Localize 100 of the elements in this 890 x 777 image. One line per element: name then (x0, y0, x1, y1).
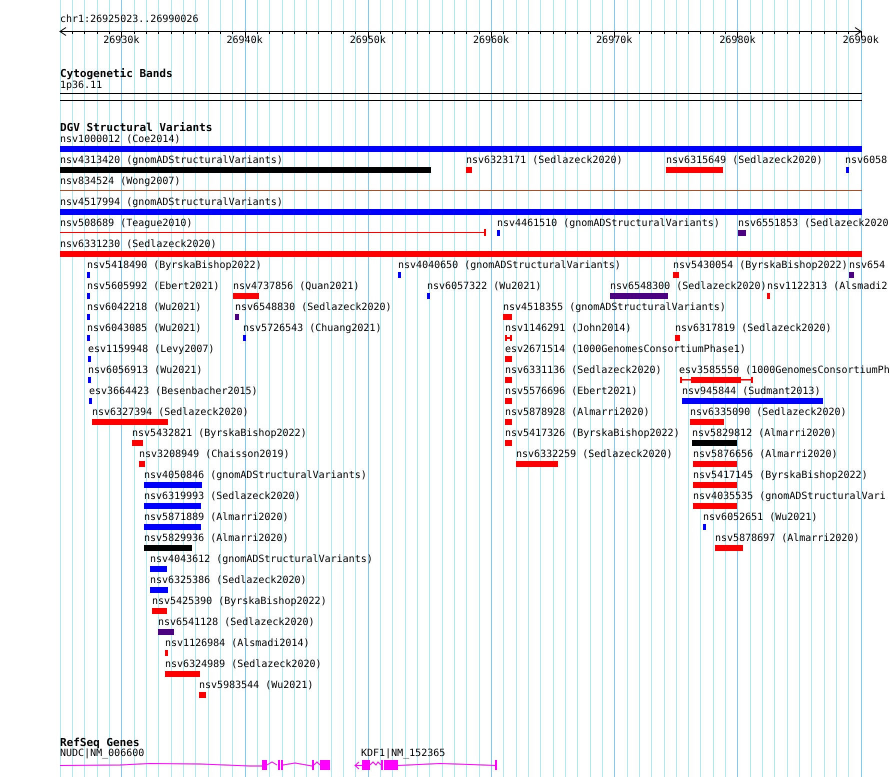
variant-label: nsv4040650 (gnomADStructuralVariants) (398, 260, 621, 272)
variant-bar[interactable] (235, 314, 239, 320)
variant-label: nsv5605992 (Ebert2021) (87, 281, 220, 293)
variant-label: nsv5417145 (ByrskaBishop2022) (693, 470, 868, 482)
variant-label: nsv6057322 (Wu2021) (427, 281, 542, 293)
variant-bar[interactable] (88, 356, 91, 362)
variant-bar[interactable] (505, 440, 512, 446)
variant-label: nsv6548300 (Sedlazeck2020) (610, 281, 767, 293)
variant-label: nsv1122313 (Alsmadi2 (767, 281, 888, 293)
variant-bar[interactable] (158, 629, 174, 635)
variant-bar[interactable] (87, 272, 90, 278)
variant-label: nsv1146291 (John2014) (505, 323, 632, 335)
variant-bar[interactable] (849, 272, 854, 278)
variant-bar[interactable] (427, 293, 430, 299)
variant-range-bar[interactable] (680, 377, 753, 383)
variant-bar[interactable] (503, 314, 512, 320)
variant-bar[interactable] (150, 587, 168, 593)
variant-bar[interactable] (693, 503, 737, 509)
variant-label: nsv5726543 (Chuang2021) (243, 323, 382, 335)
variant-bar[interactable] (152, 608, 167, 614)
axis-tick-label: 26970k (596, 35, 632, 47)
variant-bar[interactable] (92, 419, 168, 425)
variant-label: nsv6325386 (Sedlazeck2020) (150, 575, 307, 587)
variant-bar[interactable] (144, 503, 201, 509)
variant-bar[interactable] (60, 209, 862, 215)
variant-bar[interactable] (87, 314, 90, 320)
variant-bar[interactable] (767, 293, 770, 299)
variant-bar[interactable] (846, 167, 849, 173)
variant-bar[interactable] (243, 335, 246, 341)
variant-bar[interactable] (233, 293, 259, 299)
variant-bar[interactable] (165, 671, 200, 677)
variant-line[interactable] (60, 229, 486, 236)
variant-label: nsv5576696 (Ebert2021) (505, 386, 638, 398)
band-label: 1p36.11 (60, 80, 102, 92)
variant-label: nsv945844 (Sudmant2013) (682, 386, 820, 398)
variant-bar[interactable] (738, 230, 746, 236)
variant-bar[interactable] (690, 419, 724, 425)
axis-tick-label: 26960k (472, 35, 510, 47)
variant-bar[interactable] (505, 356, 512, 362)
track-title: DGV Structural Variants (60, 121, 212, 134)
variant-bar[interactable] (516, 461, 558, 467)
axis-tick-label: 26950k (350, 35, 386, 47)
variant-bar[interactable] (497, 230, 500, 236)
gene-model-drawing[interactable] (60, 759, 332, 771)
variant-bar[interactable] (673, 272, 679, 278)
variant-bar[interactable] (60, 251, 862, 257)
variant-bar[interactable] (505, 419, 512, 425)
variant-label: nsv4035535 (gnomADStructuralVari (693, 491, 886, 503)
variant-label: nsv1000012 (Coe2014) (60, 134, 180, 146)
variant-bar[interactable] (682, 398, 823, 404)
variant-bar[interactable] (132, 440, 143, 446)
variant-bar[interactable] (60, 167, 431, 173)
variant-bar[interactable] (139, 461, 145, 467)
variant-label: nsv6323171 (Sedlazeck2020) (466, 155, 623, 167)
variant-bar[interactable] (199, 692, 206, 698)
variant-label: nsv6056913 (Wu2021) (88, 365, 202, 377)
variant-bar[interactable] (693, 461, 737, 467)
variant-label: nsv6052651 (Wu2021) (703, 512, 818, 524)
variant-bar[interactable] (715, 545, 743, 551)
variant-bar[interactable] (60, 146, 862, 152)
variant-bar[interactable] (87, 293, 90, 299)
variant-bar[interactable] (666, 167, 723, 173)
variant-label: nsv4461510 (gnomADStructuralVariants) (497, 218, 720, 230)
variant-label: esv2671514 (1000GenomesConsortiumPhase1) (505, 344, 746, 356)
gene-model-drawing[interactable] (354, 759, 498, 771)
variant-bar[interactable] (703, 524, 706, 530)
axis-tick-label: 26990k (842, 35, 879, 47)
variant-label: esv3585550 (1000GenomesConsortiumPh (679, 365, 890, 377)
variant-label: nsv1126984 (Alsmadi2014) (165, 638, 310, 650)
variant-bar[interactable] (144, 545, 192, 551)
variant-bar[interactable] (87, 335, 90, 341)
variant-label: nsv6551853 (Sedlazeck2020 (738, 218, 889, 230)
variant-bar[interactable] (150, 566, 167, 572)
variant-bar[interactable] (610, 293, 668, 299)
variant-label: nsv4518355 (gnomADStructuralVariants) (503, 302, 726, 314)
variant-label: esv3664423 (Besenbacher2015) (89, 386, 258, 398)
variant-label: nsv6331230 (Sedlazeck2020) (60, 239, 217, 251)
variant-label: nsv5876656 (Almarri2020) (693, 449, 838, 461)
variant-label: nsv4313420 (gnomADStructuralVariants) (60, 155, 283, 167)
variant-bar[interactable] (505, 398, 512, 404)
chromosome-location: chr1:26925023..26990026 (60, 14, 198, 26)
variant-bar[interactable] (505, 377, 512, 383)
variant-line[interactable] (60, 187, 862, 194)
variant-bar[interactable] (165, 650, 168, 656)
axis-tick-label: 26980k (719, 35, 756, 47)
variant-label: nsv6332259 (Sedlazeck2020) (516, 449, 673, 461)
variant-bar[interactable] (144, 524, 201, 530)
paired-variant-icon[interactable] (505, 335, 512, 341)
variant-bar[interactable] (88, 377, 91, 383)
variant-label: nsv6317819 (Sedlazeck2020) (675, 323, 832, 335)
variant-label: nsv5418490 (ByrskaBishop2022) (87, 260, 262, 272)
variant-bar[interactable] (675, 335, 680, 341)
variant-label: nsv4043612 (gnomADStructuralVariants) (150, 554, 373, 566)
variant-label: nsv834524 (Wong2007) (60, 176, 180, 188)
variant-bar[interactable] (466, 167, 472, 173)
variant-bar[interactable] (693, 482, 737, 488)
variant-bar[interactable] (89, 398, 92, 404)
variant-bar[interactable] (692, 440, 737, 446)
variant-bar[interactable] (144, 482, 202, 488)
variant-bar[interactable] (398, 272, 401, 278)
